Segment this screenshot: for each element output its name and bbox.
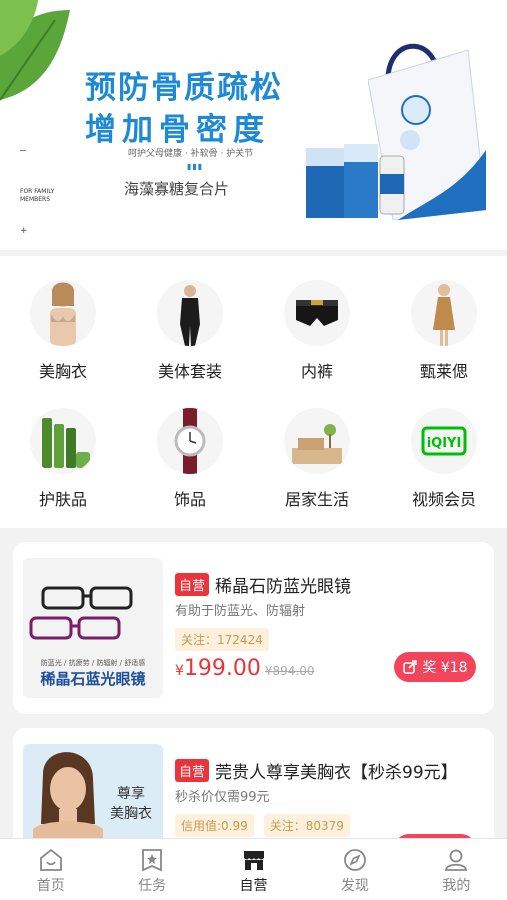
- follow-count: 关注：172424: [175, 628, 269, 651]
- category-bra[interactable]: 美胸衣: [0, 256, 126, 384]
- category-shapewear[interactable]: 美体套装: [127, 256, 253, 384]
- follow-count: 关注：80379: [263, 814, 350, 837]
- tab-label: 我的: [442, 878, 471, 894]
- product-pills: 关注：172424: [175, 628, 269, 651]
- product-card[interactable]: 防蓝光 / 抗疲劳 / 防辐射 / 舒适感 稀晶石蓝光眼镜 自营 稀晶石防蓝光眼镜…: [13, 542, 494, 714]
- task-star-icon: [142, 849, 163, 872]
- product-desc: 有助于防蓝光、防辐射: [175, 604, 306, 619]
- tab-mine[interactable]: 我的: [406, 839, 507, 900]
- category-label: 甄莱偲: [419, 362, 468, 381]
- promo-banner[interactable]: 预防骨质疏松 增加骨密度 呵护父母健康 · 补软骨 · 护关节 ▮▮▮ 海藻寡糖…: [0, 0, 507, 250]
- category-label: 饰品: [173, 490, 206, 509]
- product-title: 自营 莞贵人尊享美胸衣【秒杀99元】: [175, 758, 458, 783]
- glasses-thumb-image: 防蓝光 / 抗疲劳 / 防辐射 / 舒适感 稀晶石蓝光眼镜: [23, 558, 163, 698]
- reward-button[interactable]: 奖 ¥18: [394, 652, 476, 682]
- underwear-image: [284, 280, 350, 346]
- category-label: 居家生活: [284, 490, 349, 509]
- price-value: 199.00: [183, 656, 261, 681]
- home-icon: [39, 848, 62, 871]
- tab-label: 自营: [239, 878, 268, 894]
- tab-home[interactable]: 首页: [0, 839, 101, 900]
- category-home[interactable]: 居家生活: [254, 384, 380, 512]
- category-video-vip[interactable]: iQIYI 视频会员: [381, 384, 507, 512]
- product-pills: 信用值:0.99 关注：80379: [175, 814, 350, 837]
- category-underwear[interactable]: 内裤: [254, 256, 380, 384]
- thumb-caption-big: 稀晶石蓝光眼镜: [40, 670, 146, 688]
- banner-family-text: FOR FAMILY MEMBERS: [20, 188, 55, 203]
- tab-label: 任务: [138, 878, 167, 894]
- category-label: 美体套装: [157, 362, 222, 381]
- category-label: 视频会员: [411, 490, 476, 509]
- product-boxes-image: [306, 144, 405, 218]
- tab-label: 发现: [340, 878, 369, 894]
- self-operated-badge: 自营: [175, 759, 210, 782]
- category-zhenlaisi[interactable]: 甄莱偲: [381, 256, 507, 384]
- thumb-caption-small: 防蓝光 / 抗疲劳 / 防辐射 / 舒适感: [40, 659, 146, 667]
- banner-product-name: 海藻寡糖复合片: [124, 180, 230, 198]
- price-symbol: ¥: [175, 663, 184, 679]
- category-label: 护肤品: [38, 490, 87, 509]
- dress-model-image: [411, 280, 477, 346]
- original-price: ¥894.00: [264, 664, 315, 678]
- shop-icon: [243, 851, 264, 870]
- compass-icon: [344, 849, 366, 871]
- banner-title-line2: 增加骨密度: [85, 112, 270, 148]
- share-edit-icon: [403, 660, 418, 674]
- banner-dots: ▮▮▮: [187, 162, 204, 171]
- price-row: ¥199.00 ¥894.00: [175, 656, 315, 681]
- bra-model-image: [30, 280, 96, 346]
- iqiyi-logo: iQIYI: [411, 408, 477, 474]
- reward-label: 奖 ¥18: [422, 660, 468, 676]
- tab-label: 首页: [36, 878, 65, 894]
- product-title: 自营 稀晶石防蓝光眼镜: [175, 572, 351, 597]
- tab-tasks[interactable]: 任务: [101, 839, 202, 900]
- bottom-tab-bar: 首页 任务 自营 发现 我的: [0, 838, 507, 900]
- skincare-image: [30, 408, 96, 474]
- tab-discover[interactable]: 发现: [304, 839, 405, 900]
- self-operated-badge: 自营: [175, 573, 210, 596]
- svg-text:iQIYI: iQIYI: [427, 436, 462, 451]
- banner-plus: +: [20, 226, 28, 236]
- thumb-caption: 尊享 美胸衣: [110, 786, 152, 822]
- category-grid: 美胸衣 美体套装 内裤 甄莱偲 护肤品 饰品 居家生活 iQIYI 视频会员: [0, 256, 507, 528]
- product-title-text: 稀晶石防蓝光眼镜: [215, 577, 352, 597]
- shapewear-image: [157, 280, 223, 346]
- leaf-decoration: [0, 0, 70, 101]
- user-icon: [445, 849, 468, 871]
- tab-self-operated[interactable]: 自营: [203, 839, 304, 900]
- product-desc: 秒杀价仅需99元: [175, 790, 270, 805]
- banner-tick: [20, 150, 26, 151]
- watch-image: [157, 408, 223, 474]
- banner-subtitle: 呵护父母健康 · 补软骨 · 护关节: [128, 149, 254, 159]
- credit-value: 信用值:0.99: [175, 814, 254, 837]
- category-label: 内裤: [300, 362, 333, 381]
- product-title-text: 莞贵人尊享美胸衣【秒杀99元】: [215, 763, 458, 783]
- category-label: 美胸衣: [38, 362, 87, 381]
- category-accessories[interactable]: 饰品: [127, 384, 253, 512]
- category-skincare[interactable]: 护肤品: [0, 384, 126, 512]
- banner-title-line1: 预防骨质疏松: [85, 70, 283, 106]
- home-image: [284, 408, 350, 474]
